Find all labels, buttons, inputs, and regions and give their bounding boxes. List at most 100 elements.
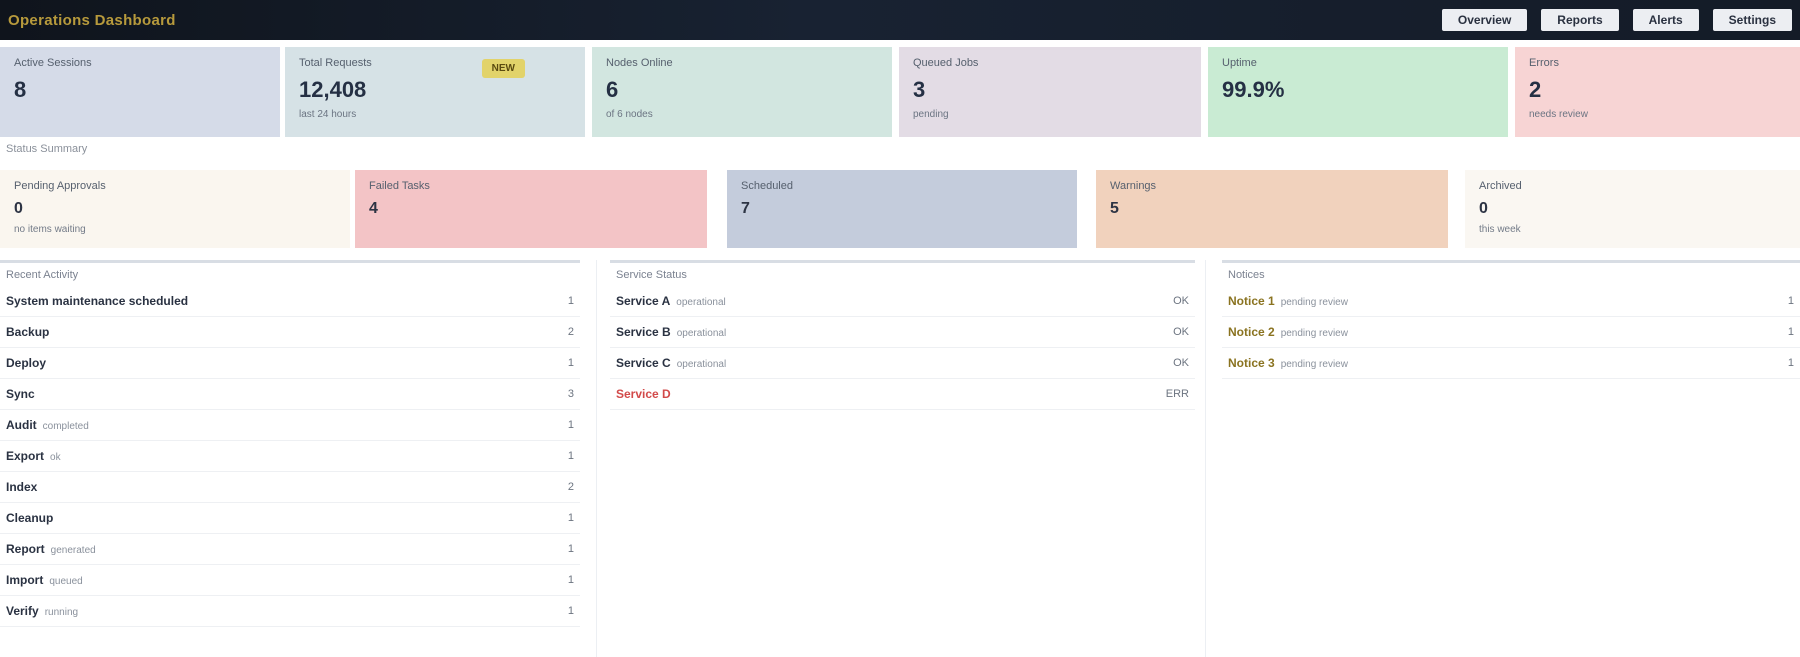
list-item[interactable]: Notice 3 pending review 1 [1222,348,1800,379]
list-item-text: Notice 3 pending review [1228,356,1348,370]
card-label: Warnings [1110,180,1157,192]
kpi-value: 6 [606,77,619,102]
list-item-value: 1 [567,543,574,555]
list-item-name: Notice 2 [1228,325,1275,339]
list-item-name: Index [6,480,38,494]
section-title: Status Summary [6,143,88,155]
list-item-value: 1 [567,295,574,307]
kpi-sub: last 24 hours [299,109,357,120]
list-item-desc: operational [676,328,727,339]
list-item-desc: pending review [1280,328,1348,339]
list-item-name: Service D [616,387,671,401]
list-item[interactable]: Service A operational OK [610,286,1195,317]
kpi-label: Errors [1529,57,1559,69]
card-pending-approvals[interactable]: Pending Approvals 0 no items waiting [0,170,350,248]
list-item-text: Notice 1 pending review [1228,294,1348,308]
list-item-name: Cleanup [6,511,54,525]
card-value: 0 [14,200,23,217]
list-item-desc: queued [49,576,83,587]
list-item[interactable]: Import queued 1 [0,565,580,596]
list-item-text: Cleanup [6,511,59,525]
list-item-desc: operational [676,359,727,370]
list-item-value: 1 [567,512,574,524]
list-item[interactable]: Audit completed 1 [0,410,580,441]
list-item-value: 1 [567,605,574,617]
notices-panel: Notices Notice 1 pending review 1 Notice 2 p… [1222,260,1800,657]
list-item[interactable]: System maintenance scheduled 1 [0,286,580,317]
card-label: Scheduled [741,180,793,192]
panel-title: Service Status [610,260,1195,286]
list-item-value: 1 [567,450,574,462]
list-item-text: Import queued [6,573,83,587]
kpi-card-queued-jobs[interactable]: Queued Jobs 3 pending [899,47,1201,137]
list-item-desc: completed [42,421,89,432]
nav-button-settings[interactable]: Settings [1712,9,1792,31]
list-item[interactable]: Backup 2 [0,317,580,348]
column-divider [1205,260,1206,657]
list-item-text: Notice 2 pending review [1228,325,1348,339]
list-item-name: Report [6,542,45,556]
new-badge: NEW [481,59,525,78]
list-item[interactable]: Notice 1 pending review 1 [1222,286,1800,317]
list-item-text: Sync [6,387,41,401]
list-item[interactable]: Index 2 [0,472,580,503]
list-item-value: 1 [1787,357,1794,369]
list-item-text: Audit completed [6,418,89,432]
card-sub: this week [1479,224,1521,235]
column-divider [596,260,597,657]
kpi-card-total-requests[interactable]: Total Requests 12,408 last 24 hours NEW [285,47,585,137]
list-item[interactable]: Sync 3 [0,379,580,410]
list-item-value: ERR [1165,388,1189,400]
list-item-text: Verify running [6,604,78,618]
card-archived[interactable]: Archived 0 this week [1465,170,1800,248]
list-item-text: Backup [6,325,55,339]
kpi-value: 99.9% [1222,77,1285,102]
nav-button-reports[interactable]: Reports [1541,9,1619,31]
service-list: Service A operational OK Service B operation… [610,286,1195,410]
panel-title: Notices [1222,260,1800,286]
list-item-text: Service A operational [616,294,726,308]
kpi-card-active-sessions[interactable]: Active Sessions 8 [0,47,280,137]
list-item-value: 1 [1787,295,1794,307]
lists-area: Recent Activity System maintenance sched… [0,260,1800,657]
list-item-name: Verify [6,604,39,618]
list-item-name: Audit [6,418,37,432]
list-item-value: 1 [567,357,574,369]
list-item[interactable]: Cleanup 1 [0,503,580,534]
kpi-value: 12,408 [299,77,367,102]
kpi-sub: pending [913,109,949,120]
list-item[interactable]: Service B operational OK [610,317,1195,348]
list-item-name: Notice 3 [1228,356,1275,370]
list-item[interactable]: Service C operational OK [610,348,1195,379]
list-item[interactable]: Service D ERR [610,379,1195,410]
list-item-text: System maintenance scheduled [6,294,194,308]
list-item-text: Report generated [6,542,96,556]
list-item-text: Export ok [6,449,61,463]
card-scheduled[interactable]: Scheduled 7 [727,170,1077,248]
nav-button-alerts[interactable]: Alerts [1632,9,1699,31]
kpi-label: Nodes Online [606,57,673,69]
list-item[interactable]: Export ok 1 [0,441,580,472]
list-item[interactable]: Notice 2 pending review 1 [1222,317,1800,348]
list-item[interactable]: Report generated 1 [0,534,580,565]
list-item-name: Service C [616,356,671,370]
list-item-text: Service C operational [616,356,726,370]
kpi-label: Active Sessions [14,57,92,69]
kpi-label: Queued Jobs [913,57,979,69]
kpi-card-nodes-online[interactable]: Nodes Online 6 of 6 nodes [592,47,892,137]
list-item-value: OK [1173,295,1189,307]
kpi-card-uptime[interactable]: Uptime 99.9% [1208,47,1508,137]
list-item[interactable]: Deploy 1 [0,348,580,379]
kpi-card-errors[interactable]: Errors 2 needs review [1515,47,1800,137]
card-warnings[interactable]: Warnings 5 [1096,170,1448,248]
list-item-text: Service D [616,387,677,401]
list-item-value: OK [1173,326,1189,338]
nav-button-overview[interactable]: Overview [1441,9,1528,31]
list-item-name: Service B [616,325,671,339]
list-item-name: System maintenance scheduled [6,294,189,308]
card-failed-tasks[interactable]: Failed Tasks 4 [355,170,707,248]
card-value: 5 [1110,200,1119,217]
panel-title: Recent Activity [0,260,580,286]
list-item[interactable]: Verify running 1 [0,596,580,627]
list-item-text: Deploy [6,356,52,370]
